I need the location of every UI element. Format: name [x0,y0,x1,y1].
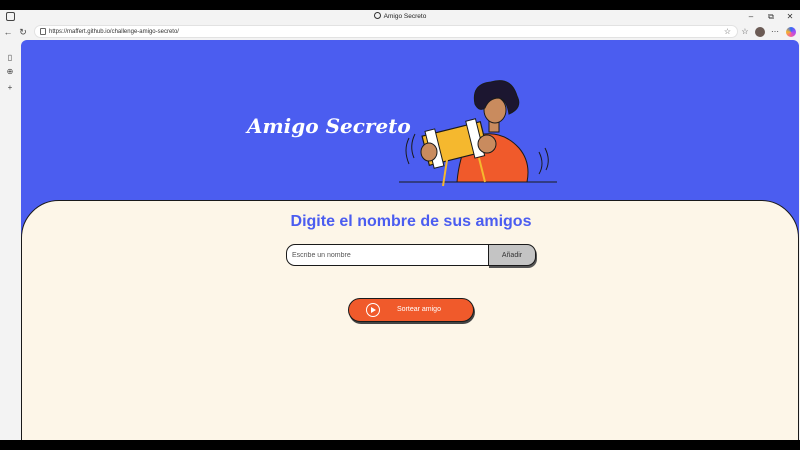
section-title: Digite el nombre de sus amigos [290,213,532,230]
page-viewport: Amigo Secreto Digite el nombre de sus am… [21,40,799,440]
main-section: Digite el nombre de sus amigos Añadir So… [21,200,799,440]
title-bar: Amigo Secreto – ⧉ ✕ [0,10,800,24]
copilot-icon[interactable] [786,27,796,37]
favorites-icon[interactable]: ☆ [739,25,751,38]
browser-window: Amigo Secreto – ⧉ ✕ ← ↻ https://maffert.… [0,10,800,440]
add-button[interactable]: Añadir [488,244,536,266]
minimize-button[interactable]: – [741,11,761,23]
navigation-bar: ← ↻ https://maffert.github.io/challenge-… [0,24,800,40]
page-title: Amigo Secreto [247,114,411,138]
refresh-icon[interactable]: ↻ [17,26,29,38]
draw-friend-button[interactable]: Sortear amigo [348,298,474,322]
name-input[interactable] [286,244,490,266]
sidebar-tab-icon[interactable]: ▯ [5,53,15,63]
close-button[interactable]: ✕ [780,11,800,23]
vertical-sidebar: ▯ ⊕ + [0,40,20,440]
star-icon[interactable]: ☆ [724,26,731,38]
add-icon[interactable]: + [5,83,15,93]
address-bar[interactable]: https://maffert.github.io/challenge-amig… [34,25,738,38]
play-icon [366,303,380,317]
more-icon[interactable]: ⋯ [769,25,781,38]
globe-icon [373,12,381,19]
window-title-text: Amigo Secreto [383,13,427,20]
window-title: Amigo Secreto [0,11,800,23]
screen-frame: Amigo Secreto – ⧉ ✕ ← ↻ https://maffert.… [0,0,800,450]
back-arrow-icon[interactable]: ← [2,26,14,38]
lock-icon [40,28,46,35]
url-text[interactable]: https://maffert.github.io/challenge-amig… [49,26,179,38]
sidebar-globe-icon[interactable]: ⊕ [5,67,15,77]
draw-button-label: Sortear amigo [397,306,441,313]
restore-button[interactable]: ⧉ [761,11,781,23]
name-input-group: Añadir [286,244,536,266]
avatar[interactable] [755,27,765,37]
person-with-gift-illustration [399,80,557,187]
